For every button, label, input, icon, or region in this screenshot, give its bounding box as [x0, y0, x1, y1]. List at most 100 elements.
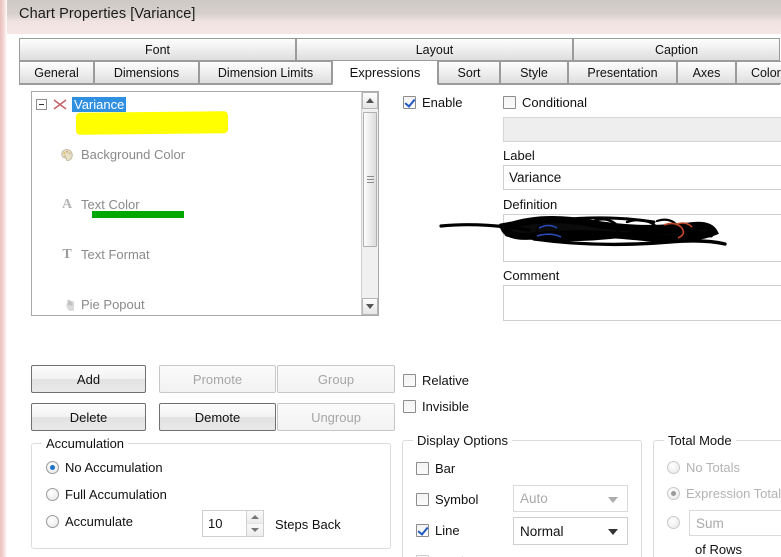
invisible-checkbox[interactable]	[403, 400, 416, 413]
tab-axes[interactable]: Axes	[677, 61, 736, 84]
symbol-style-combo[interactable]: Auto	[513, 485, 628, 512]
invisible-row[interactable]: Invisible	[403, 399, 469, 414]
collapse-icon[interactable]	[36, 99, 47, 110]
tab-dimension-limits-label: Dimension Limits	[217, 65, 314, 80]
tab-presentation[interactable]: Presentation	[568, 61, 677, 84]
tab-caption[interactable]: Caption	[573, 38, 780, 61]
display-option-symbol[interactable]: Symbol	[416, 492, 478, 507]
line-checkbox[interactable]	[416, 524, 429, 537]
delete-button[interactable]: Delete	[31, 403, 146, 431]
tab-expressions-label: Expressions	[349, 65, 421, 80]
text-color-icon: A	[61, 196, 73, 212]
tab-dimensions[interactable]: Dimensions	[94, 61, 199, 84]
relative-row[interactable]: Relative	[403, 373, 469, 388]
radio-indicator	[46, 461, 59, 474]
tab-sort[interactable]: Sort	[438, 61, 500, 84]
label-input[interactable]: Variance	[503, 165, 781, 190]
tab-style-label: Style	[520, 65, 548, 80]
tree-item-variance[interactable]: Variance	[32, 92, 378, 117]
tab-presentation-label: Presentation	[587, 65, 658, 80]
label-value: Variance	[509, 170, 562, 185]
display-options-title: Display Options	[413, 433, 513, 448]
radio-accumulate[interactable]: Accumulate	[46, 514, 133, 529]
ungroup-button-label: Ungroup	[311, 409, 361, 425]
tab-colors[interactable]: Colors	[736, 61, 781, 84]
radio-full-accumulation[interactable]: Full Accumulation	[46, 487, 167, 502]
palette-icon	[59, 147, 75, 163]
text-format-icon: T	[62, 246, 72, 262]
tab-dimensions-label: Dimensions	[113, 65, 180, 80]
radio-expression-total[interactable]: Expression Total	[667, 486, 781, 501]
stepper-down-icon[interactable]	[246, 524, 263, 536]
tree-item-pie-popout[interactable]: Pie Popout	[32, 292, 378, 315]
tab-layout[interactable]: Layout	[296, 38, 573, 61]
radio-label: Expression Total	[686, 486, 781, 501]
add-button-label: Add	[76, 371, 101, 387]
bar-checkbox[interactable]	[416, 462, 429, 475]
radio-no-accumulation[interactable]: No Accumulation	[46, 460, 163, 475]
tab-dimension-limits[interactable]: Dimension Limits	[199, 61, 332, 84]
accumulation-title: Accumulation	[42, 436, 129, 451]
line-style-combo[interactable]: Normal	[513, 517, 628, 545]
tree-scrollbar[interactable]	[361, 92, 378, 315]
invisible-label: Invisible	[422, 399, 469, 414]
tab-expressions[interactable]: Expressions	[332, 60, 438, 85]
tab-style[interactable]: Style	[500, 61, 568, 84]
stepper-buttons[interactable]	[246, 511, 263, 536]
radio-indicator	[667, 461, 680, 474]
tab-caption-label: Caption	[654, 42, 699, 57]
expressions-tab-page: Variance Background Color A Text Color T…	[19, 84, 781, 557]
enable-label: Enable	[422, 95, 463, 110]
symbol-label: Symbol	[435, 492, 479, 507]
enable-row[interactable]: Enable	[403, 95, 462, 110]
conditional-label: Conditional	[522, 95, 588, 110]
stepper-up-icon[interactable]	[246, 511, 263, 524]
radio-label: No Accumulation	[65, 460, 163, 475]
aggregation-value: Sum	[696, 515, 724, 531]
tree-item-label: Background Color	[81, 147, 186, 162]
window-titlebar: Chart Properties [Variance]	[0, 0, 781, 34]
total-mode-group: Total Mode No Totals Expression Total Su…	[653, 433, 781, 557]
scrollbar-grip-icon	[367, 175, 374, 184]
display-option-line[interactable]: Line	[416, 523, 460, 538]
aggregation-combo[interactable]: Sum	[689, 510, 781, 536]
comment-input[interactable]	[503, 285, 781, 321]
group-button[interactable]: Group	[277, 365, 395, 393]
radio-no-totals[interactable]: No Totals	[667, 460, 740, 475]
tab-strip: Font Layout Caption General Dimensions D…	[19, 38, 781, 85]
tree-item-text-format[interactable]: T Text Format	[32, 242, 378, 267]
tree-item-text-color[interactable]: A Text Color	[32, 192, 378, 217]
group-button-label: Group	[317, 371, 355, 387]
definition-redaction-scribble	[439, 215, 727, 247]
display-option-bar[interactable]: Bar	[416, 461, 455, 476]
definition-input[interactable]	[439, 214, 781, 262]
tree-item-background-color[interactable]: Background Color	[32, 142, 378, 167]
chevron-down-icon	[608, 496, 618, 503]
conditional-input[interactable]	[503, 117, 781, 142]
window-title: Chart Properties [Variance]	[19, 6, 196, 22]
radio-aggregation[interactable]	[667, 516, 686, 529]
scrollbar-thumb[interactable]	[363, 112, 377, 247]
scroll-up-icon[interactable]	[362, 92, 378, 109]
demote-button[interactable]: Demote	[159, 403, 276, 431]
scroll-down-icon[interactable]	[362, 298, 378, 315]
conditional-row[interactable]: Conditional	[503, 95, 587, 110]
conditional-checkbox[interactable]	[503, 96, 516, 109]
steps-back-stepper[interactable]: 10	[202, 510, 264, 537]
label-caption: Label	[503, 148, 535, 163]
of-rows-label: of Rows	[695, 542, 742, 557]
relative-checkbox[interactable]	[403, 374, 416, 387]
relative-label: Relative	[422, 373, 469, 388]
tab-general[interactable]: General	[19, 61, 94, 84]
radio-label: No Totals	[686, 460, 740, 475]
demote-button-label: Demote	[194, 409, 241, 425]
window-left-border	[0, 0, 7, 557]
tab-font[interactable]: Font	[19, 38, 296, 61]
enable-checkbox[interactable]	[403, 96, 416, 109]
add-button[interactable]: Add	[31, 365, 146, 393]
expressions-tree[interactable]: Variance Background Color A Text Color T…	[31, 91, 379, 316]
ungroup-button[interactable]: Ungroup	[277, 403, 395, 431]
symbol-checkbox[interactable]	[416, 493, 429, 506]
promote-button[interactable]: Promote	[159, 365, 276, 393]
radio-label: Full Accumulation	[65, 487, 167, 502]
